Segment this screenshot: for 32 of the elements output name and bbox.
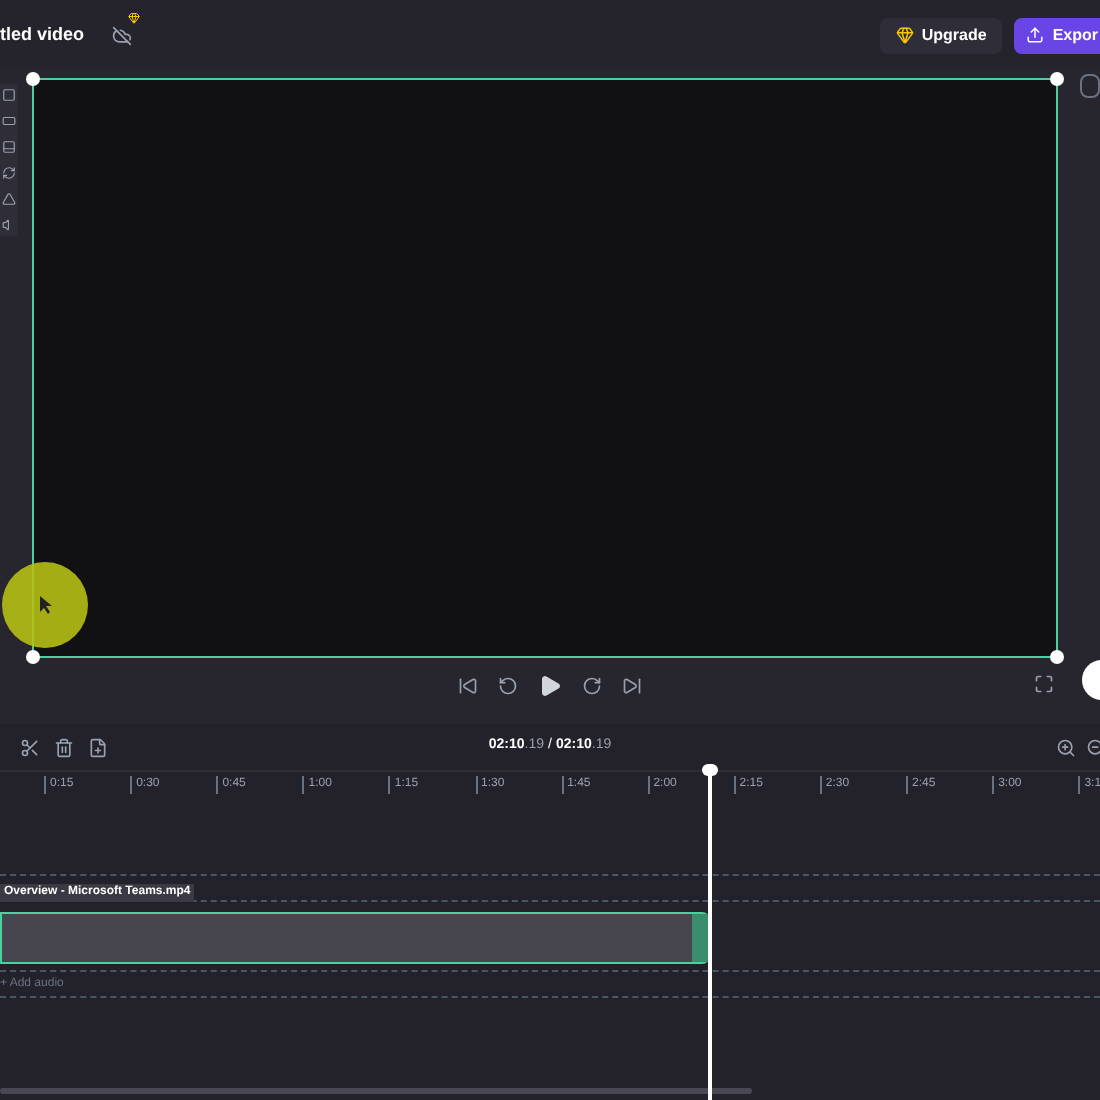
zoom-out-icon[interactable] (1086, 737, 1100, 757)
side-button[interactable] (1080, 74, 1100, 98)
layout-icon[interactable] (1, 140, 16, 154)
cloud-off-icon[interactable] (112, 25, 133, 45)
split-icon[interactable] (20, 737, 40, 757)
gem-icon (128, 11, 141, 23)
export-button[interactable]: Expor (1014, 17, 1100, 53)
rotate-icon[interactable] (1, 166, 16, 180)
project-title[interactable]: tled video (0, 21, 85, 49)
file-add-icon[interactable] (88, 737, 108, 757)
zoom-in-icon[interactable] (1056, 737, 1076, 757)
play-icon[interactable] (538, 674, 562, 698)
forward-icon[interactable] (582, 676, 602, 696)
crop-icon[interactable] (1, 114, 16, 128)
upgrade-button[interactable]: Upgrade (879, 17, 1003, 53)
trim-handle[interactable] (692, 914, 708, 962)
resize-handle[interactable] (25, 72, 40, 86)
resize-handle[interactable] (1050, 72, 1065, 86)
cursor-icon (39, 596, 51, 614)
skip-forward-icon[interactable] (622, 676, 642, 696)
video-clip[interactable] (0, 912, 710, 964)
fullscreen-icon[interactable] (1034, 674, 1054, 694)
skip-back-icon[interactable] (458, 676, 478, 696)
flip-icon[interactable] (1, 192, 16, 206)
upload-icon (1026, 26, 1045, 44)
resize-handle[interactable] (1050, 650, 1065, 664)
delete-icon[interactable] (54, 737, 74, 757)
resize-handle[interactable] (25, 650, 40, 664)
resize-icon[interactable] (1, 88, 16, 102)
gem-icon (895, 26, 914, 44)
rewind-icon[interactable] (498, 676, 518, 696)
scrollbar[interactable] (0, 1088, 752, 1094)
